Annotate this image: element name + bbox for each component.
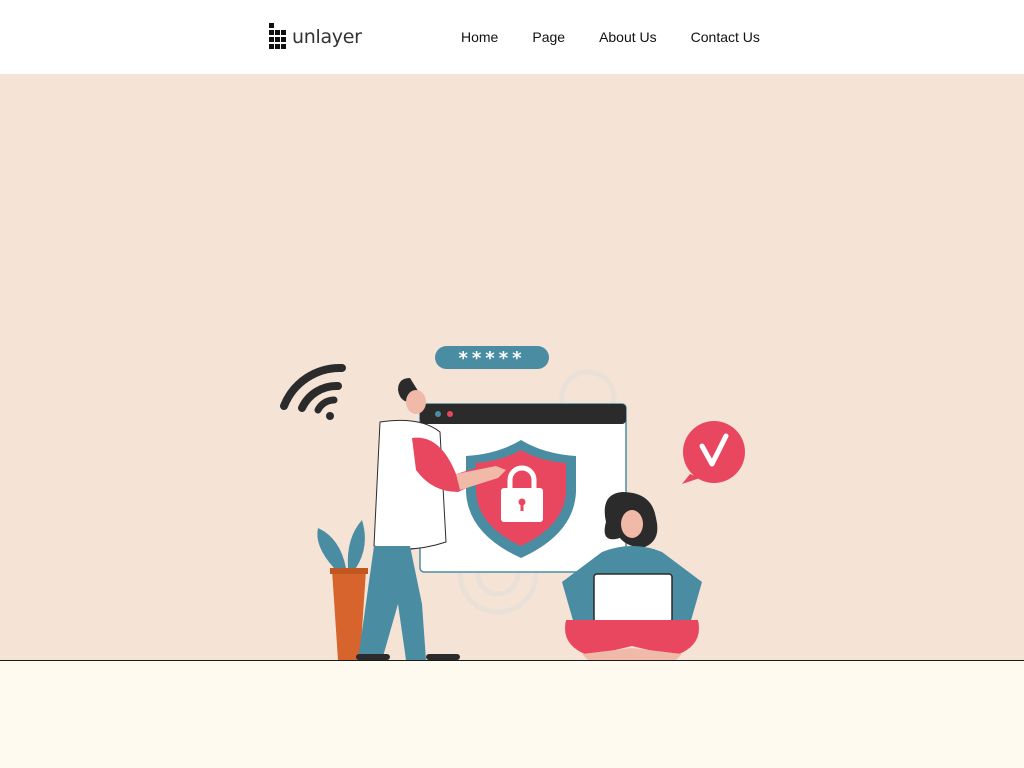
nav-page[interactable]: Page (515, 21, 582, 53)
nav-contact-us[interactable]: Contact Us (674, 21, 777, 53)
unlayer-logo[interactable]: unlayer (269, 22, 362, 52)
nav-about-us[interactable]: About Us (582, 21, 674, 53)
wifi-icon (280, 363, 346, 420)
password-mask: ***** (458, 348, 525, 369)
hero-section: ***** (0, 74, 1024, 660)
site-header: unlayer Home Page About Us Contact Us (0, 0, 1024, 74)
unlayer-logo-icon (269, 23, 286, 49)
logo-text: unlayer (292, 25, 362, 48)
nav-home[interactable]: Home (444, 21, 515, 53)
main-nav: Home Page About Us Contact Us (444, 0, 777, 74)
content-area (0, 661, 1024, 768)
plant-pot (317, 520, 368, 660)
security-illustration: ***** (280, 346, 745, 660)
checkmark-bubble-icon (682, 421, 745, 484)
password-field: ***** (435, 346, 549, 369)
